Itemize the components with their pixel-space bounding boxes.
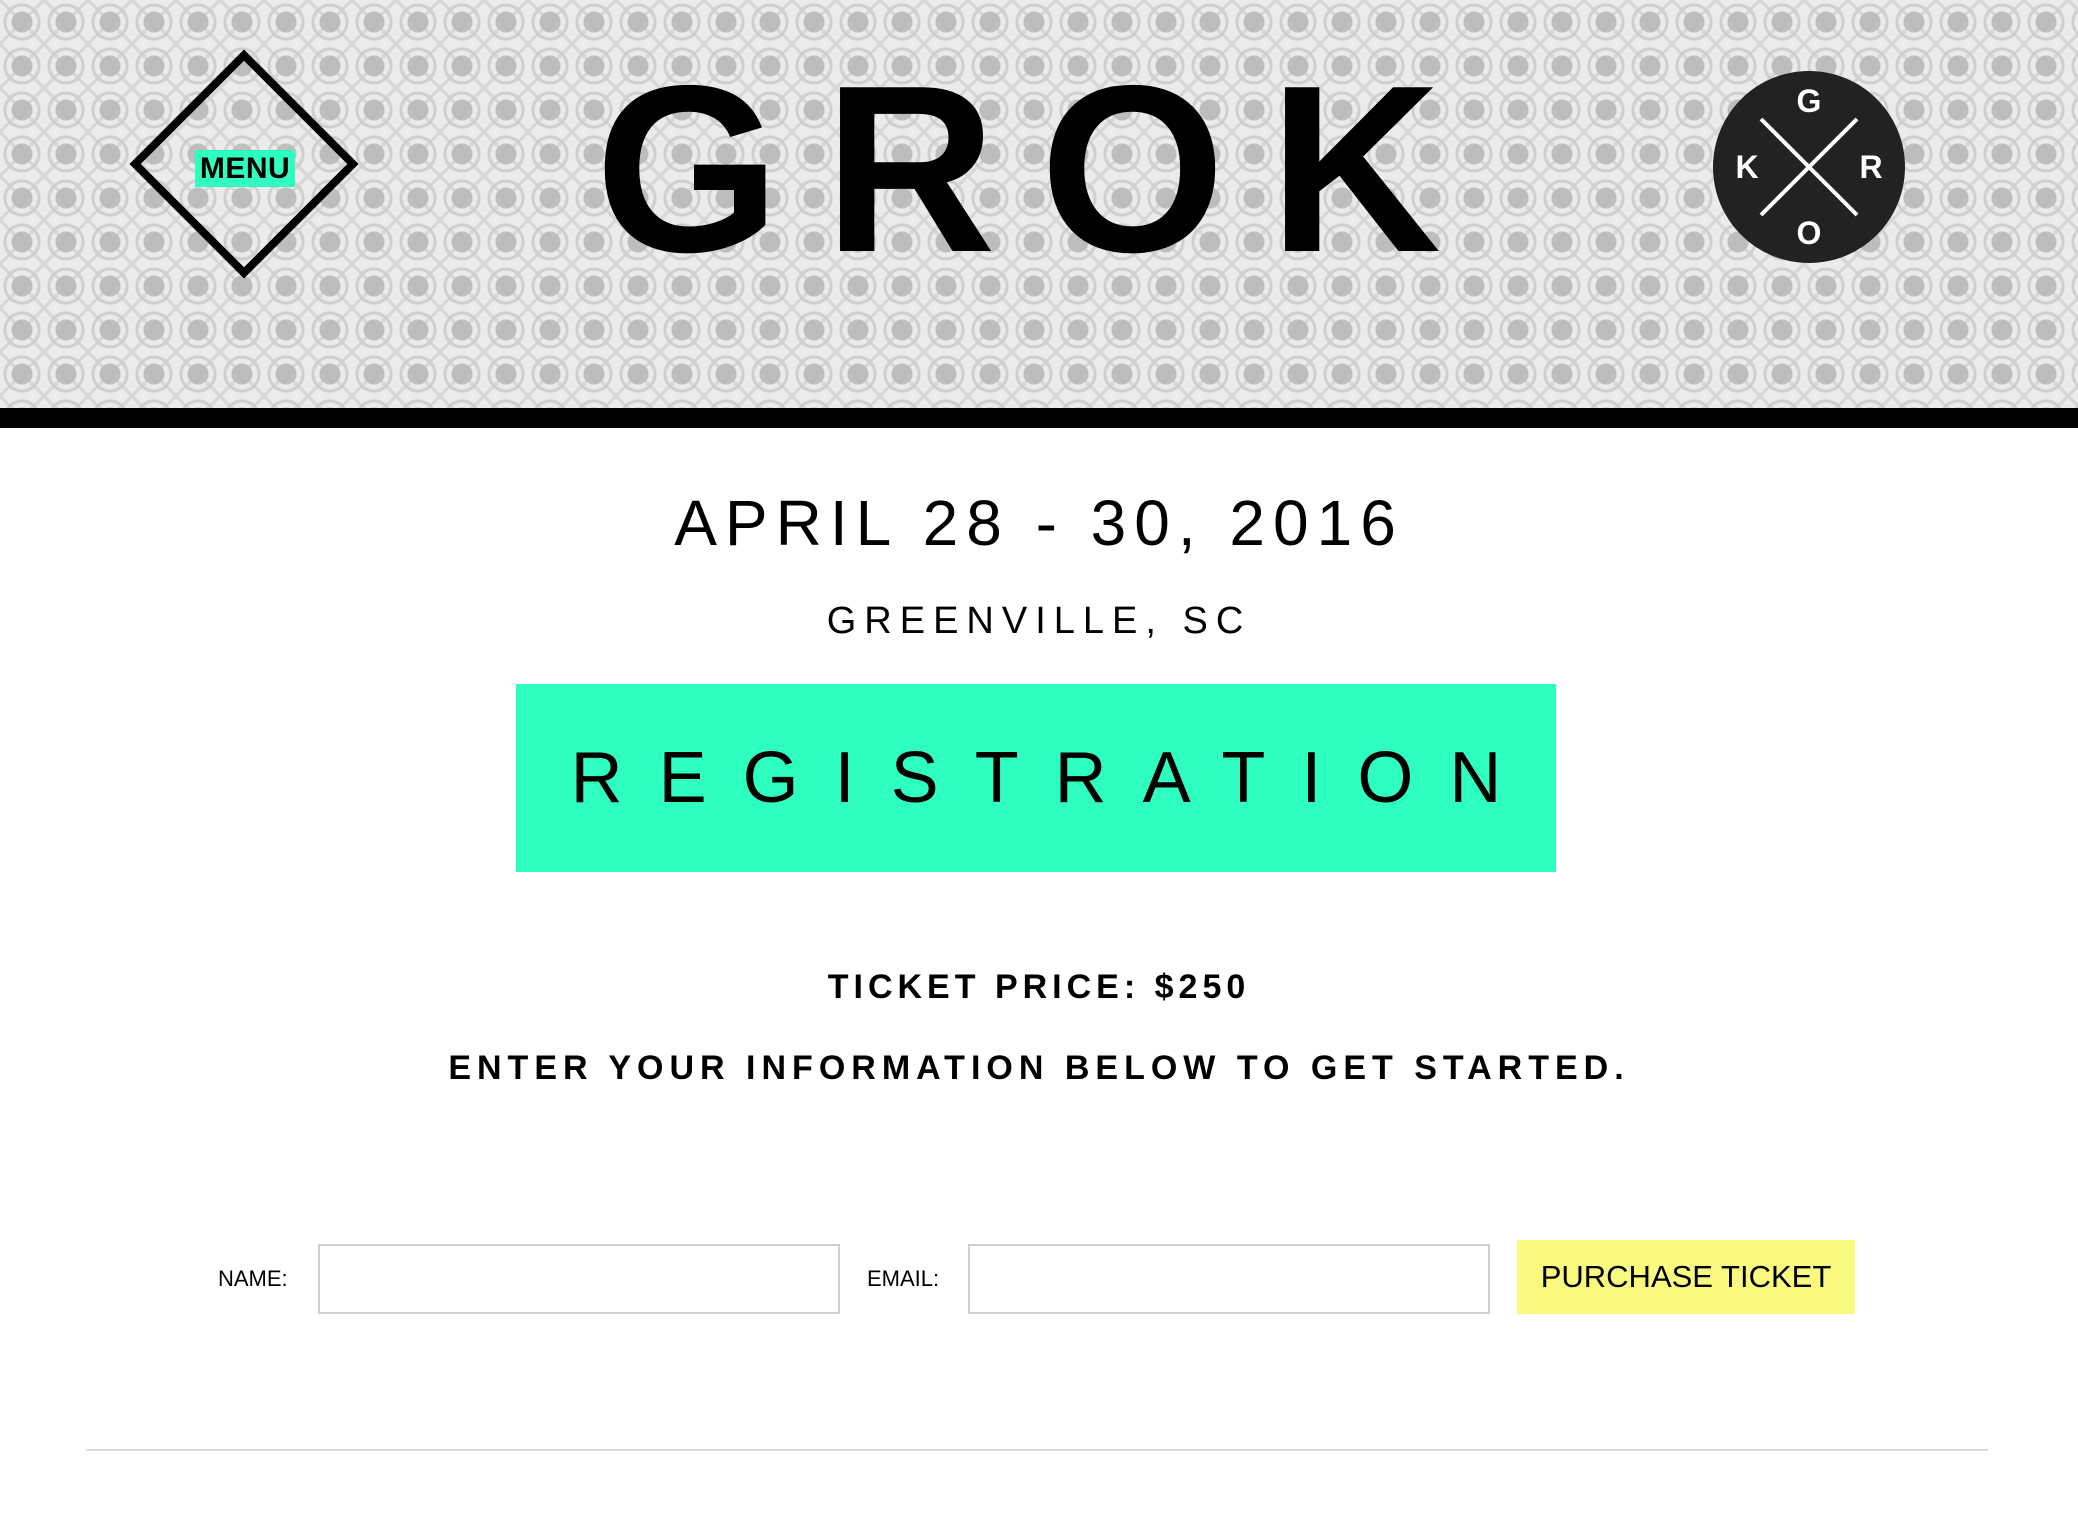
badge-letter-right: R bbox=[1859, 149, 1883, 185]
brand-title: GROK bbox=[595, 37, 1485, 302]
event-dates: APRIL 28 - 30, 2016 bbox=[674, 487, 1404, 559]
email-label: EMAIL: bbox=[867, 1266, 940, 1291]
event-location: GREENVILLE, SC bbox=[826, 600, 1252, 642]
email-input[interactable] bbox=[968, 1244, 1490, 1314]
registration-heading: REGISTRATION bbox=[570, 738, 1538, 818]
badge-letter-top: G bbox=[1796, 83, 1822, 119]
header-divider bbox=[0, 408, 2078, 428]
brand-badge-logo[interactable]: G K R O bbox=[1713, 71, 1905, 263]
menu-button[interactable]: MENU bbox=[195, 150, 295, 187]
name-label: NAME: bbox=[218, 1266, 288, 1291]
ticket-price: TICKET PRICE: $250 bbox=[827, 968, 1251, 1006]
badge-letter-bottom: O bbox=[1796, 215, 1822, 251]
footer-divider bbox=[86, 1449, 1988, 1451]
page: MENU GROK G K R O APRIL 28 - 30, 2016 GR… bbox=[0, 0, 2078, 1532]
name-input[interactable] bbox=[318, 1244, 840, 1314]
badge-letter-left: K bbox=[1735, 149, 1759, 185]
header-banner: MENU GROK G K R O bbox=[0, 0, 2078, 408]
registration-banner: REGISTRATION bbox=[516, 684, 1556, 872]
instructions-text: ENTER YOUR INFORMATION BELOW TO GET STAR… bbox=[448, 1049, 1630, 1087]
purchase-ticket-button[interactable]: PURCHASE TICKET bbox=[1517, 1240, 1855, 1314]
